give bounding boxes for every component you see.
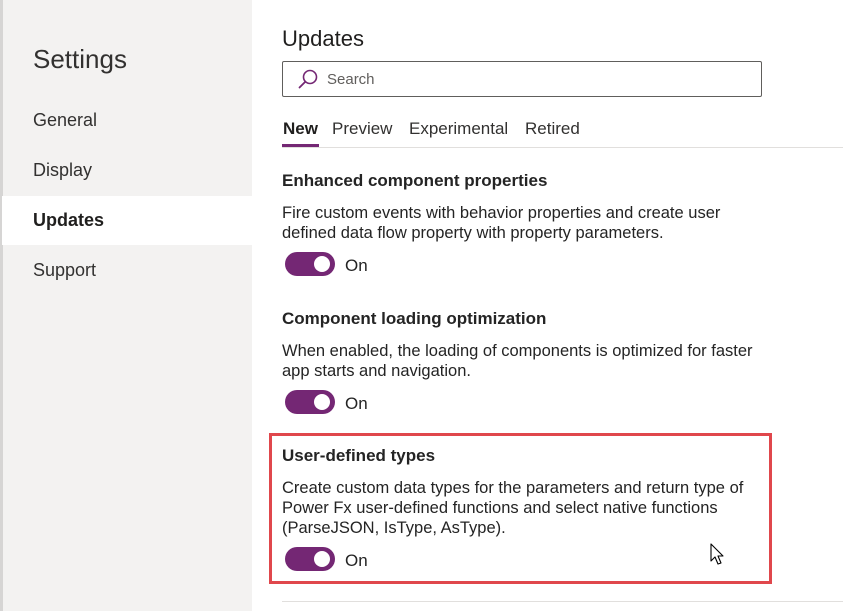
sidebar-title: Settings [33, 44, 127, 74]
component-loading-optimization-toggle[interactable] [285, 390, 335, 414]
page-title: Updates [282, 26, 364, 51]
setting-description: When enabled, the loading of components … [282, 342, 753, 380]
setting-description: Fire custom events with behavior propert… [282, 204, 721, 242]
search-box[interactable] [282, 61, 762, 97]
sidebar-item-updates[interactable]: Updates [2, 196, 252, 245]
search-icon [298, 69, 318, 89]
setting-title-enhanced-component-properties: Enhanced component properties [282, 171, 548, 190]
settings-sidebar: Settings General Display Updates Support [0, 0, 252, 611]
enhanced-component-properties-toggle[interactable] [285, 252, 335, 276]
section-divider [282, 601, 843, 602]
search-input[interactable] [327, 62, 747, 96]
tab-retired[interactable]: Retired [525, 119, 580, 147]
setting-title-component-loading-optimization: Component loading optimization [282, 309, 547, 328]
sidebar-item-support[interactable]: Support [2, 246, 252, 295]
tab-experimental[interactable]: Experimental [409, 119, 508, 147]
tab-new[interactable]: New [283, 119, 318, 147]
mouse-cursor-icon [710, 543, 724, 565]
tab-preview[interactable]: Preview [332, 119, 392, 147]
tabs-divider [282, 147, 843, 148]
highlight-annotation-box [269, 433, 772, 584]
toggle-state-label: On [345, 256, 368, 275]
sidebar-edge [0, 0, 3, 611]
toggle-knob [314, 256, 330, 272]
sidebar-item-display[interactable]: Display [2, 146, 252, 195]
toggle-state-label: On [345, 394, 368, 413]
sidebar-item-general[interactable]: General [2, 96, 252, 145]
toggle-knob [314, 394, 330, 410]
